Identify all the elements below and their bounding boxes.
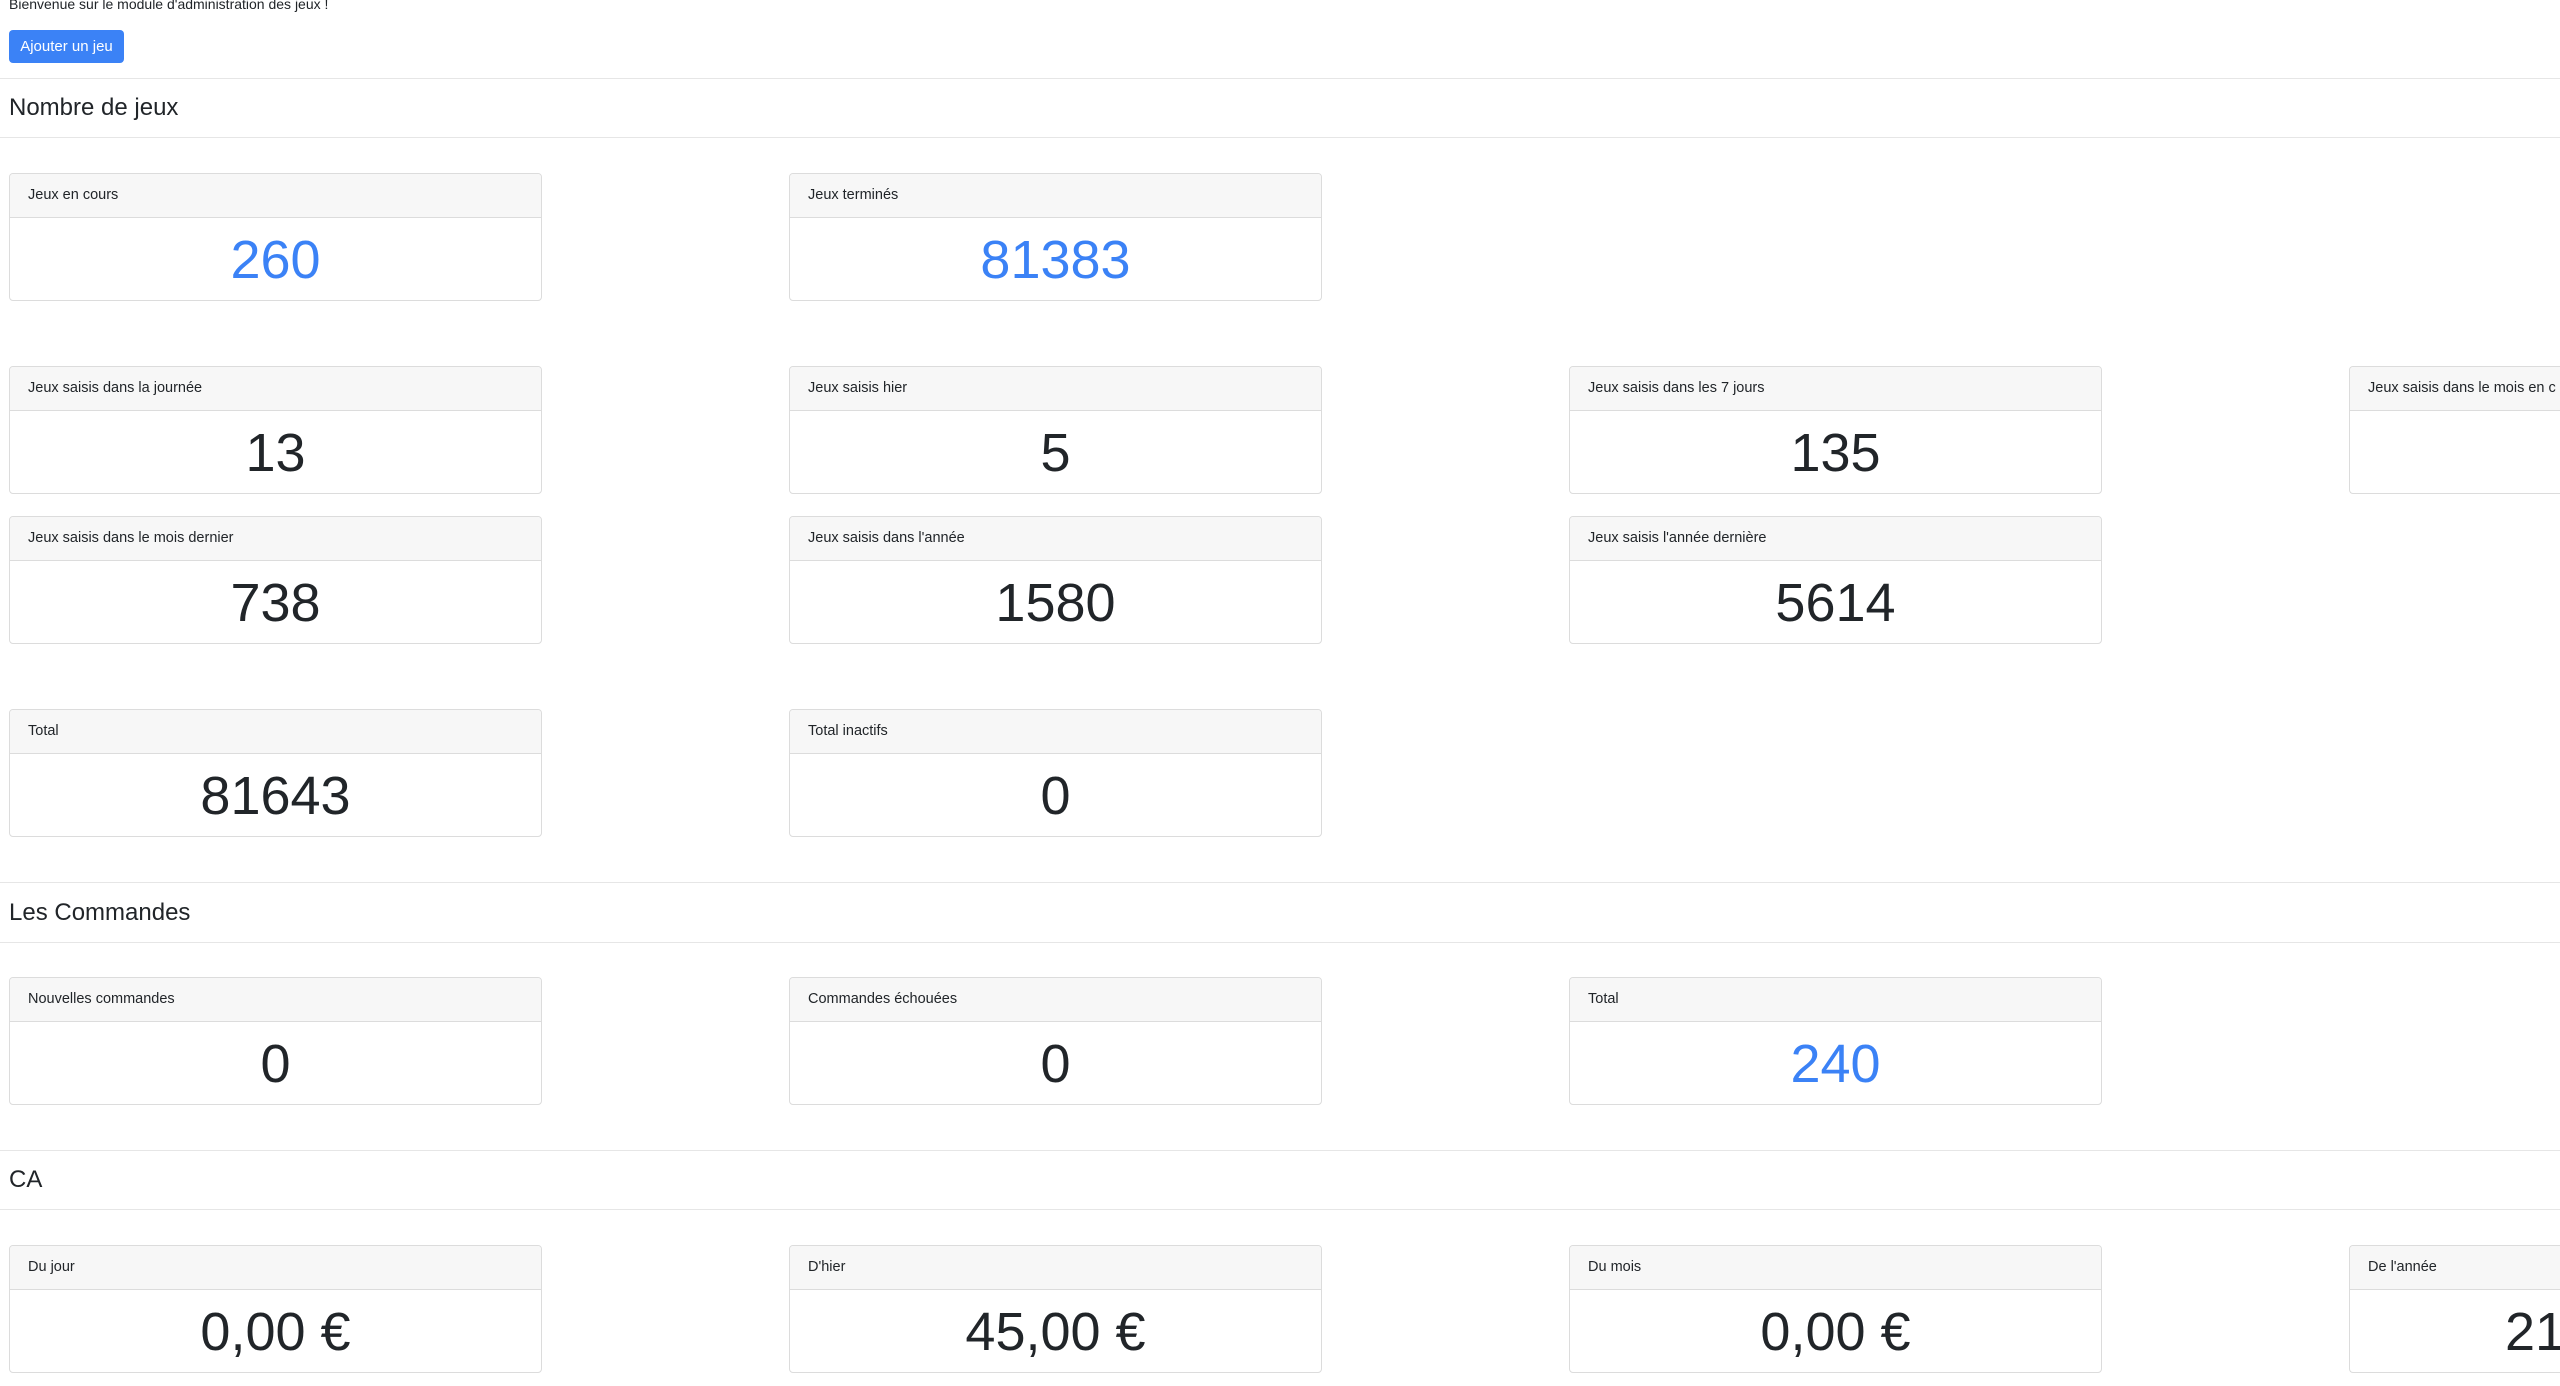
card-value[interactable]: 240 [1570, 1022, 2101, 1104]
admin-dashboard: Bienvenue sur le module d'administration… [0, 0, 2560, 1386]
card-value: 0,00 € [1760, 1302, 1911, 1362]
card-value: 5 [1040, 423, 1071, 483]
section-title-games: Nombre de jeux [9, 94, 179, 121]
card-value[interactable]: 260 [10, 218, 541, 300]
welcome-text: Bienvenue sur le module d'administration… [9, 0, 329, 12]
card-label: Jeux saisis dans le mois en c [2350, 367, 2560, 411]
card-games-last-month: Jeux saisis dans le mois dernier 738 [9, 516, 542, 644]
card-label: D'hier [790, 1246, 1321, 1290]
divider [0, 137, 2560, 138]
card-revenue-month: Du mois 0,00 € [1569, 1245, 2102, 1373]
card-orders-failed: Commandes échouées 0 [789, 977, 1322, 1105]
card-value: 0 [1040, 1034, 1071, 1094]
card-games-in-progress[interactable]: Jeux en cours 260 [9, 173, 542, 301]
card-games-yesterday: Jeux saisis hier 5 [789, 366, 1322, 494]
card-label: Total [10, 710, 541, 754]
card-value: 0 [260, 1034, 291, 1094]
divider [0, 78, 2560, 79]
card-games-this-year: Jeux saisis dans l'année 1580 [789, 516, 1322, 644]
card-value: 1580 [995, 573, 1116, 633]
card-label: Du mois [1570, 1246, 2101, 1290]
card-games-current-month: Jeux saisis dans le mois en c [2349, 366, 2560, 494]
divider [0, 942, 2560, 943]
card-games-total-inactive: Total inactifs 0 [789, 709, 1322, 837]
card-value: 0,00 € [200, 1302, 351, 1362]
divider [0, 1150, 2560, 1151]
card-label: De l'année [2350, 1246, 2560, 1290]
card-label: Jeux saisis dans les 7 jours [1570, 367, 2101, 411]
card-value: 45,00 € [965, 1302, 1146, 1362]
card-value: 135 [1790, 423, 1881, 483]
card-games-last-year: Jeux saisis l'année dernière 5614 [1569, 516, 2102, 644]
card-label: Jeux terminés [790, 174, 1321, 218]
card-games-total: Total 81643 [9, 709, 542, 837]
card-label: Commandes échouées [790, 978, 1321, 1022]
card-games-last7: Jeux saisis dans les 7 jours 135 [1569, 366, 2102, 494]
card-label: Total inactifs [790, 710, 1321, 754]
card-value[interactable]: 81383 [790, 218, 1321, 300]
divider [0, 882, 2560, 883]
card-label: Nouvelles commandes [10, 978, 541, 1022]
add-game-button[interactable]: Ajouter un jeu [9, 30, 124, 63]
card-value: 738 [230, 573, 321, 633]
card-games-finished[interactable]: Jeux terminés 81383 [789, 173, 1322, 301]
card-label: Jeux saisis hier [790, 367, 1321, 411]
card-orders-total[interactable]: Total 240 [1569, 977, 2102, 1105]
card-value: 13 [245, 423, 306, 483]
divider [0, 1209, 2560, 1210]
card-label: Jeux en cours [10, 174, 541, 218]
card-games-today: Jeux saisis dans la journée 13 [9, 366, 542, 494]
card-revenue-yesterday: D'hier 45,00 € [789, 1245, 1322, 1373]
card-value: 5614 [1775, 573, 1896, 633]
card-label: Jeux saisis dans le mois dernier [10, 517, 541, 561]
card-revenue-day: Du jour 0,00 € [9, 1245, 542, 1373]
card-value: 0 [1040, 766, 1071, 826]
section-title-revenue: CA [9, 1166, 43, 1193]
card-label: Jeux saisis dans l'année [790, 517, 1321, 561]
card-value: 81643 [200, 766, 351, 826]
card-value: 21 [2505, 1302, 2560, 1362]
section-title-orders: Les Commandes [9, 899, 191, 926]
card-label: Du jour [10, 1246, 541, 1290]
card-revenue-year: De l'année 21 [2349, 1245, 2560, 1373]
card-label: Jeux saisis l'année dernière [1570, 517, 2101, 561]
card-label: Jeux saisis dans la journée [10, 367, 541, 411]
card-label: Total [1570, 978, 2101, 1022]
card-orders-new: Nouvelles commandes 0 [9, 977, 542, 1105]
